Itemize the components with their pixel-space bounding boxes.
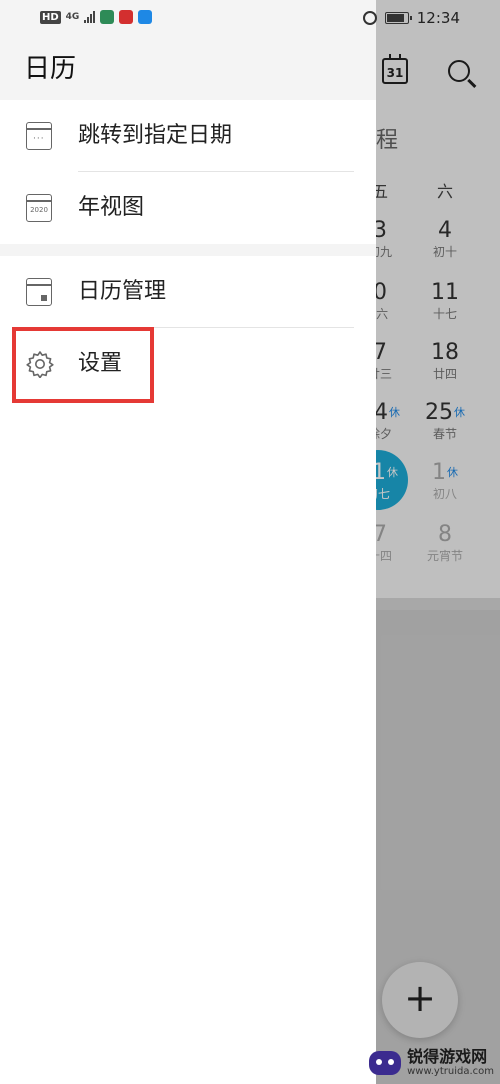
- status-bar: HD 4G 12:34: [0, 0, 500, 36]
- hd-indicator: HD: [40, 10, 61, 24]
- menu-item-label: 年视图: [78, 195, 145, 220]
- watermark-title: 锐得游戏网: [407, 1047, 488, 1066]
- alarm-icon: [362, 11, 377, 25]
- app-notification-icon: [138, 10, 153, 24]
- signal-icon: [84, 11, 96, 23]
- calendar-manage-icon: [26, 278, 52, 306]
- drawer-title: 日历: [24, 54, 77, 84]
- navigation-drawer: 日历 ··· 跳转到指定日期 2020 年视图 日历管理 设置: [0, 0, 376, 1084]
- settings-highlight-box: [12, 327, 154, 403]
- status-time: 12:34: [416, 9, 460, 27]
- menu-item-label: 日历管理: [78, 279, 167, 304]
- gamepad-logo-icon: [369, 1051, 402, 1075]
- watermark: 锐得游戏网 www.ytruida.com: [369, 1048, 494, 1078]
- menu-item-calendar-manage[interactable]: 日历管理: [0, 256, 376, 328]
- group-separator: [0, 244, 376, 256]
- menu-item-year-view[interactable]: 2020 年视图: [0, 172, 376, 244]
- app-notification-icon: [100, 10, 115, 24]
- calendar-dots-icon: ···: [26, 122, 52, 150]
- app-notification-icon: [119, 10, 134, 24]
- network-type: 4G: [65, 12, 80, 22]
- watermark-url: www.ytruida.com: [407, 1066, 494, 1077]
- menu-item-label: 跳转到指定日期: [78, 123, 233, 148]
- calendar-year-icon: 2020: [26, 194, 52, 222]
- battery-icon: [384, 12, 412, 24]
- menu-item-goto-date[interactable]: ··· 跳转到指定日期: [0, 100, 376, 172]
